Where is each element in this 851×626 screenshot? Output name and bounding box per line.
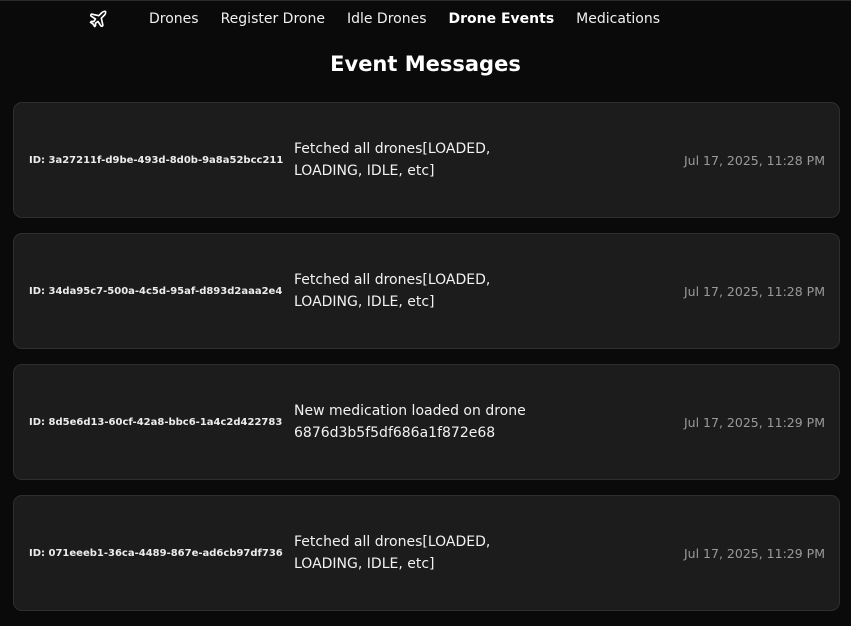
top-navbar: Drones Register Drone Idle Drones Drone … xyxy=(0,0,851,38)
event-card: ID: 3a27211f-d9be-493d-8d0b-9a8a52bcc211… xyxy=(13,102,840,218)
nav-drone-events[interactable]: Drone Events xyxy=(449,11,555,27)
event-id: ID: 8d5e6d13-60cf-42a8-bbc6-1a4c2d422783 xyxy=(29,416,283,428)
page-title: Event Messages xyxy=(330,52,521,76)
event-timestamp: Jul 17, 2025, 11:29 PM xyxy=(684,414,825,430)
event-id: ID: 3a27211f-d9be-493d-8d0b-9a8a52bcc211 xyxy=(29,154,284,166)
event-message: Fetched all drones[LOADED, LOADING, IDLE… xyxy=(294,272,491,310)
event-id: ID: 071eeeb1-36ca-4489-867e-ad6cb97df736 xyxy=(29,547,283,559)
event-message: New medication loaded on drone 6876d3b5f… xyxy=(294,403,526,441)
nav-register-drone[interactable]: Register Drone xyxy=(221,11,325,27)
event-message: Fetched all drones[LOADED, LOADING, IDLE… xyxy=(294,141,491,179)
event-timestamp: Jul 17, 2025, 11:29 PM xyxy=(684,545,825,561)
event-card: ID: 8d5e6d13-60cf-42a8-bbc6-1a4c2d422783… xyxy=(13,364,840,480)
airplane-icon[interactable] xyxy=(88,9,108,29)
event-message: Fetched all drones[LOADED, LOADING, IDLE… xyxy=(294,534,491,572)
event-timestamp: Jul 17, 2025, 11:28 PM xyxy=(684,152,825,168)
nav-medications[interactable]: Medications xyxy=(576,11,660,27)
event-timestamp: Jul 17, 2025, 11:28 PM xyxy=(684,283,825,299)
nav-drones[interactable]: Drones xyxy=(149,11,199,27)
event-card: ID: 34da95c7-500a-4c5d-95af-d893d2aaa2e4… xyxy=(13,233,840,349)
event-list: ID: 3a27211f-d9be-493d-8d0b-9a8a52bcc211… xyxy=(13,102,840,626)
event-id: ID: 34da95c7-500a-4c5d-95af-d893d2aaa2e4 xyxy=(29,285,283,297)
event-card: ID: 071eeeb1-36ca-4489-867e-ad6cb97df736… xyxy=(13,495,840,611)
nav-links: Drones Register Drone Idle Drones Drone … xyxy=(149,11,682,27)
nav-idle-drones[interactable]: Idle Drones xyxy=(347,11,427,27)
